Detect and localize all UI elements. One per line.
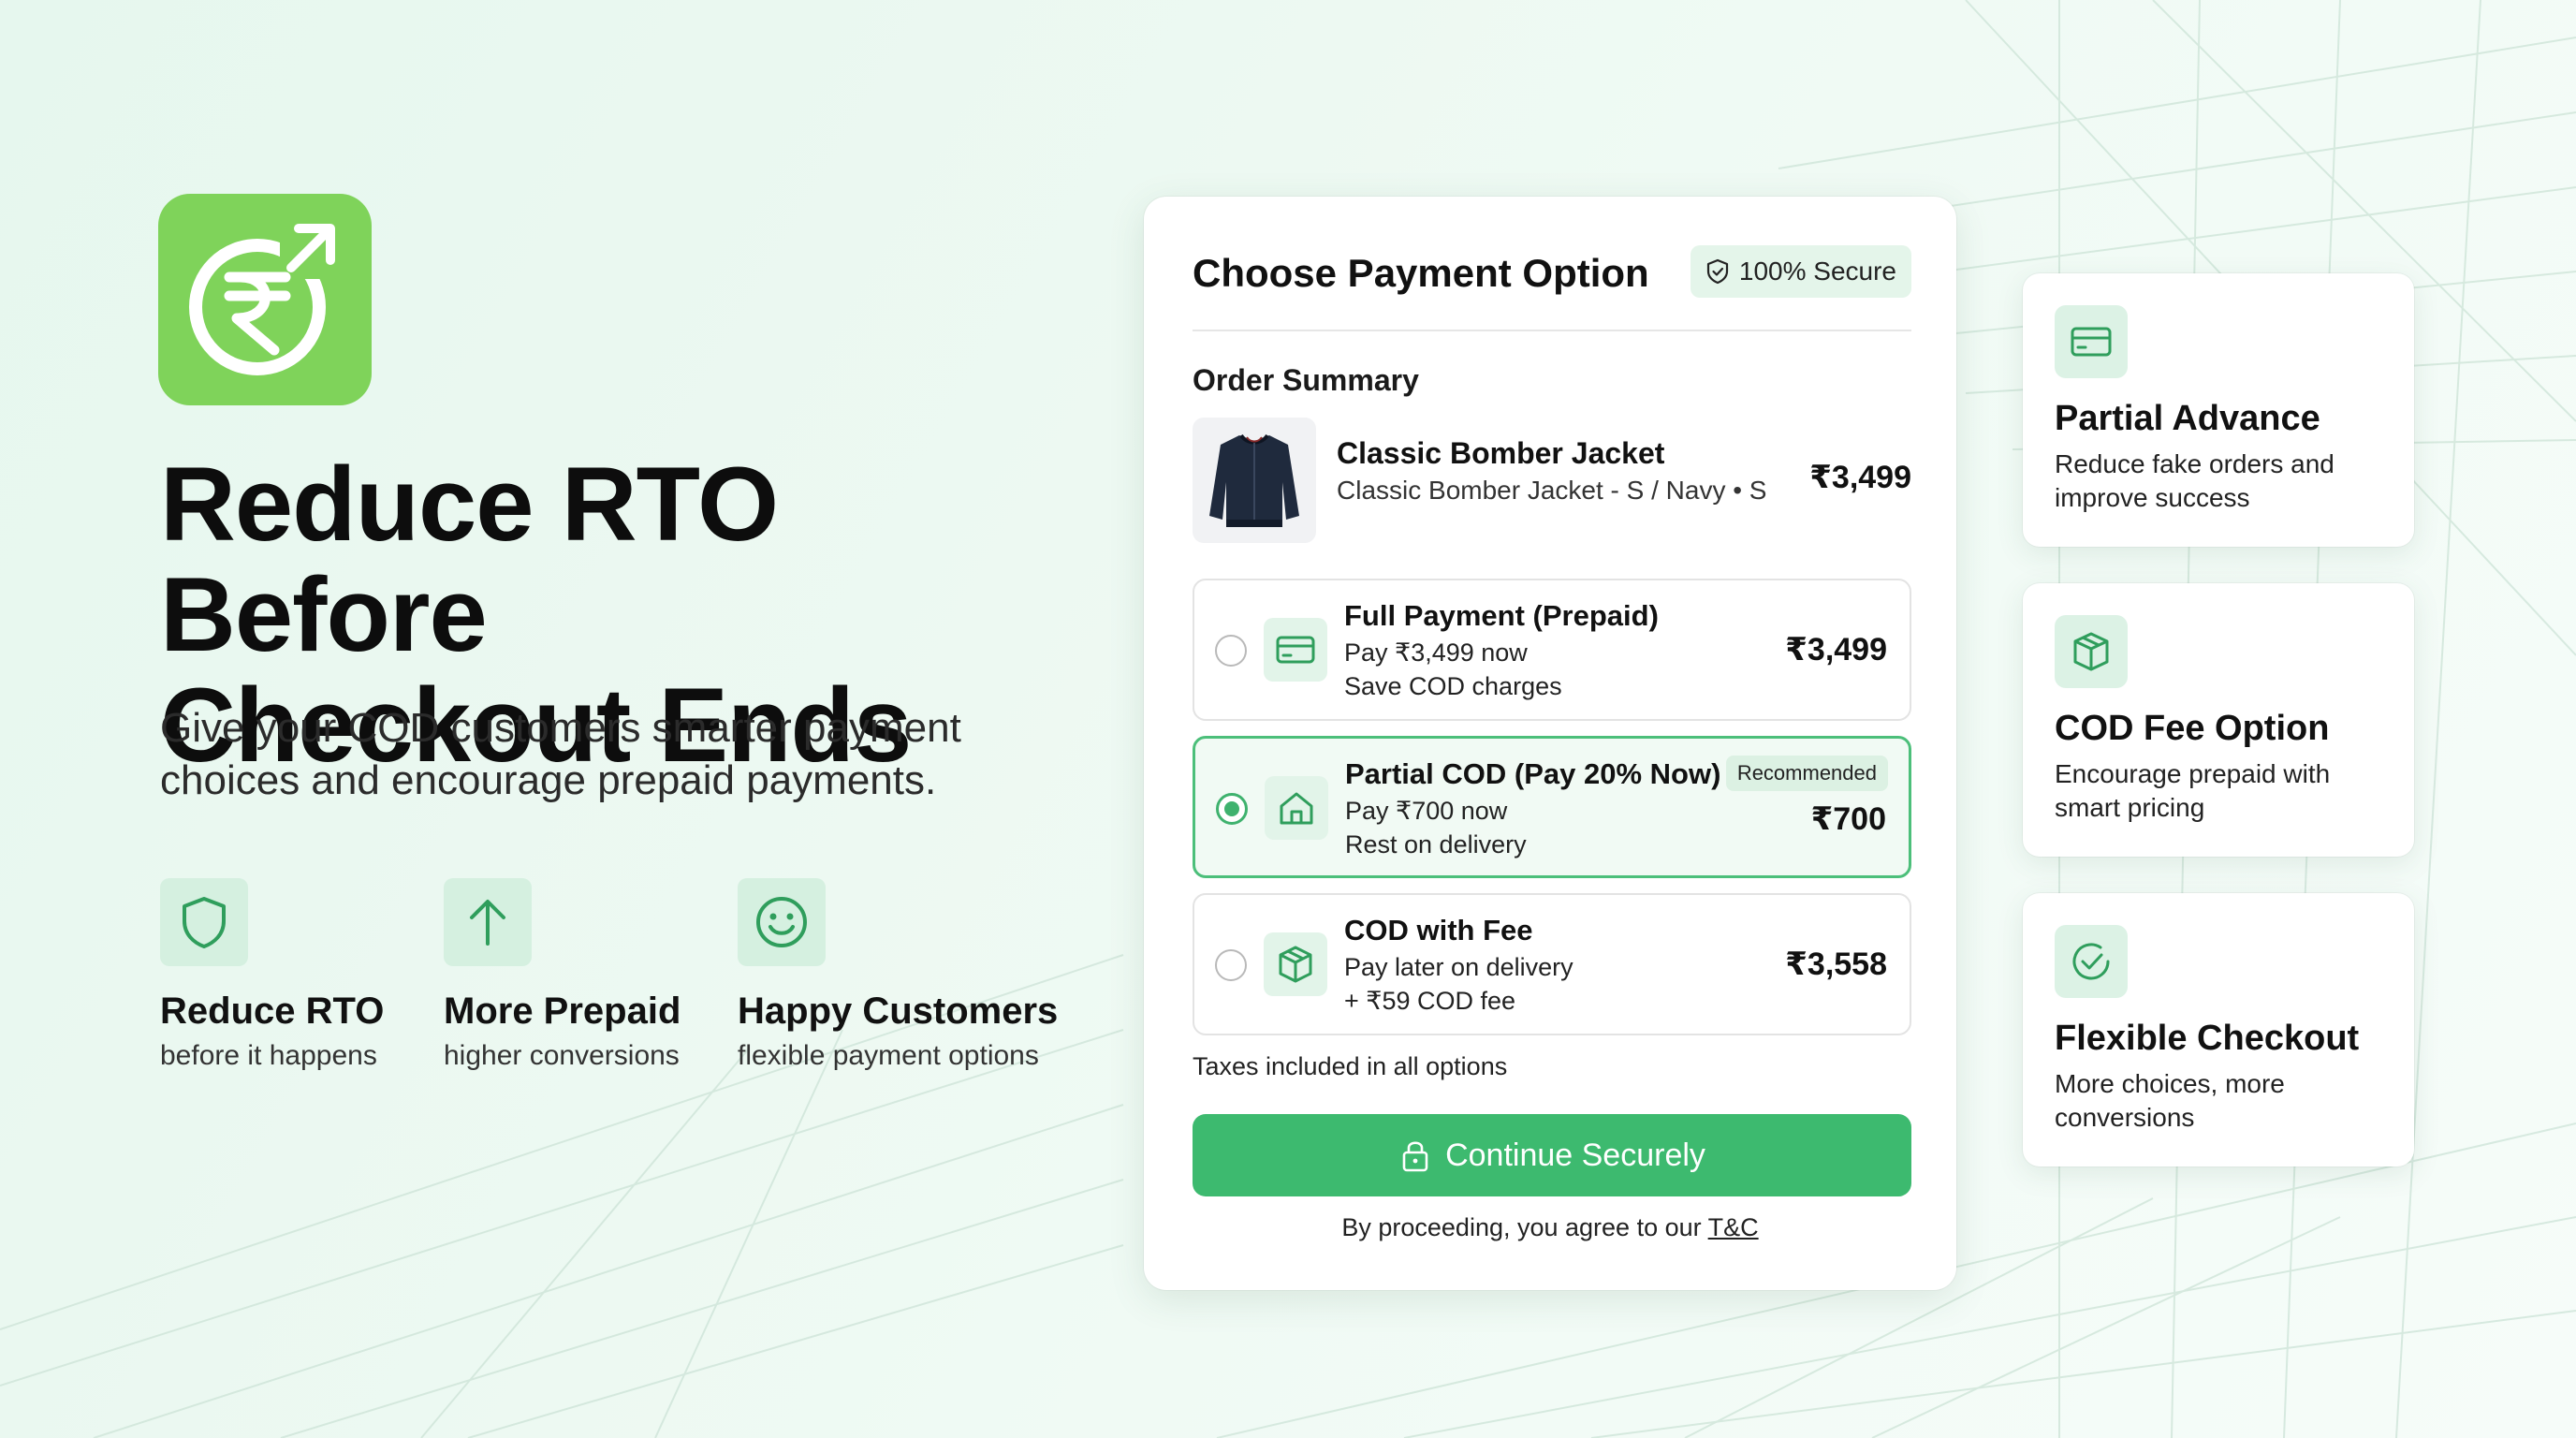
product-name: Classic Bomber Jacket	[1337, 436, 1665, 470]
option-detail: Pay ₹3,499 now	[1344, 638, 1528, 667]
option-price: ₹700	[1810, 801, 1886, 837]
feature-title: More Prepaid	[444, 990, 681, 1032]
feature-reduce-rto: Reduce RTO before it happens	[160, 878, 384, 1072]
product-image	[1193, 418, 1316, 543]
credit-card-icon	[2055, 305, 2128, 378]
side-card-title: Flexible Checkout	[2055, 1019, 2360, 1058]
feature-more-prepaid: More Prepaid higher conversions	[444, 878, 681, 1072]
feature-title: Reduce RTO	[160, 990, 385, 1032]
feature-subtitle: before it happens	[160, 1040, 377, 1071]
check-circle-icon	[2055, 925, 2128, 998]
option-title: Partial COD (Pay 20% Now)	[1345, 757, 1721, 790]
card-title: Choose Payment Option	[1193, 251, 1649, 295]
arrow-up-icon	[444, 878, 532, 966]
smiley-icon	[738, 878, 826, 966]
secure-badge-label: 100% Secure	[1738, 257, 1896, 286]
option-detail: Pay ₹700 now	[1345, 797, 1508, 825]
option-price: ₹3,499	[1785, 632, 1887, 668]
subtext-line-2: choices and encourage prepaid payments.	[160, 757, 937, 803]
taxes-note: Taxes included in all options	[1193, 1052, 1508, 1080]
side-card-flexible-checkout: Flexible Checkout More choices, more con…	[2023, 893, 2414, 1167]
card-header: Choose Payment Option 100% Secure	[1193, 245, 1911, 331]
credit-card-icon	[1264, 618, 1327, 682]
option-title: Full Payment (Prepaid)	[1344, 599, 1659, 632]
order-summary-product: Classic Bomber Jacket Classic Bomber Jac…	[1193, 418, 1911, 543]
payment-option-card: Choose Payment Option 100% Secure Order …	[1144, 197, 1956, 1290]
payment-option-partial-cod[interactable]: Partial COD (Pay 20% Now) Recommended Pa…	[1193, 736, 1911, 878]
side-card-description: Encourage prepaid with smart pricing	[2055, 759, 2331, 822]
continue-securely-button[interactable]: Continue Securely	[1193, 1114, 1911, 1196]
side-card-cod-fee-option: COD Fee Option Encourage prepaid with sm…	[2023, 583, 2414, 857]
feature-subtitle: higher conversions	[444, 1040, 680, 1071]
product-price: ₹3,499	[1809, 460, 1911, 495]
radio-button-selected[interactable]	[1216, 793, 1248, 825]
option-title: COD with Fee	[1344, 914, 1533, 946]
payment-option-full-payment[interactable]: Full Payment (Prepaid) Pay ₹3,499 now Sa…	[1193, 579, 1911, 721]
bomber-jacket-icon	[1209, 433, 1299, 527]
feature-subtitle: flexible payment options	[738, 1040, 1039, 1071]
side-card-description: Reduce fake orders and improve success	[2055, 449, 2334, 512]
order-summary-label: Order Summary	[1193, 363, 1419, 397]
headline-line-1: Reduce RTO Before	[160, 446, 779, 673]
app-logo	[158, 194, 372, 405]
lock-icon	[1402, 1141, 1428, 1172]
box-icon	[1264, 932, 1327, 996]
shield-check-icon	[1706, 258, 1728, 285]
option-detail: Rest on delivery	[1345, 830, 1527, 858]
radio-button[interactable]	[1215, 635, 1247, 667]
side-card-partial-advance: Partial Advance Reduce fake orders and i…	[2023, 273, 2414, 547]
rupee-arrow-logo-icon	[189, 219, 340, 375]
hero-subtext: Give your COD customers smarter payment …	[160, 702, 1096, 807]
side-card-title: Partial Advance	[2055, 399, 2320, 438]
subtext-line-1: Give your COD customers smarter payment	[160, 705, 961, 751]
terms-prefix: By proceeding, you agree to our	[1341, 1213, 1708, 1241]
radio-button[interactable]	[1215, 949, 1247, 981]
option-detail: + ₹59 COD fee	[1344, 987, 1516, 1015]
side-card-description: More choices, more conversions	[2055, 1069, 2285, 1132]
terms-link[interactable]: T&C	[1708, 1213, 1759, 1241]
option-detail: Save COD charges	[1344, 672, 1562, 700]
recommended-badge: Recommended	[1725, 756, 1888, 791]
option-detail: Pay later on delivery	[1344, 953, 1573, 981]
continue-button-label: Continue Securely	[1445, 1137, 1705, 1173]
payment-option-cod-with-fee[interactable]: COD with Fee Pay later on delivery + ₹59…	[1193, 893, 1911, 1035]
secure-badge: 100% Secure	[1690, 245, 1911, 298]
feature-title: Happy Customers	[738, 990, 1059, 1032]
product-variant: Classic Bomber Jacket - S / Navy • S	[1337, 476, 1767, 505]
shield-icon	[160, 878, 248, 966]
feature-happy-customers: Happy Customers flexible payment options	[738, 878, 1058, 1072]
feature-highlights: Reduce RTO before it happens More Prepai…	[160, 878, 1096, 1084]
terms-note: By proceeding, you agree to our T&C	[1144, 1213, 1956, 1242]
box-icon	[2055, 615, 2128, 688]
home-icon	[1265, 776, 1328, 840]
side-card-title: COD Fee Option	[2055, 709, 2330, 748]
option-price: ₹3,558	[1785, 946, 1887, 982]
